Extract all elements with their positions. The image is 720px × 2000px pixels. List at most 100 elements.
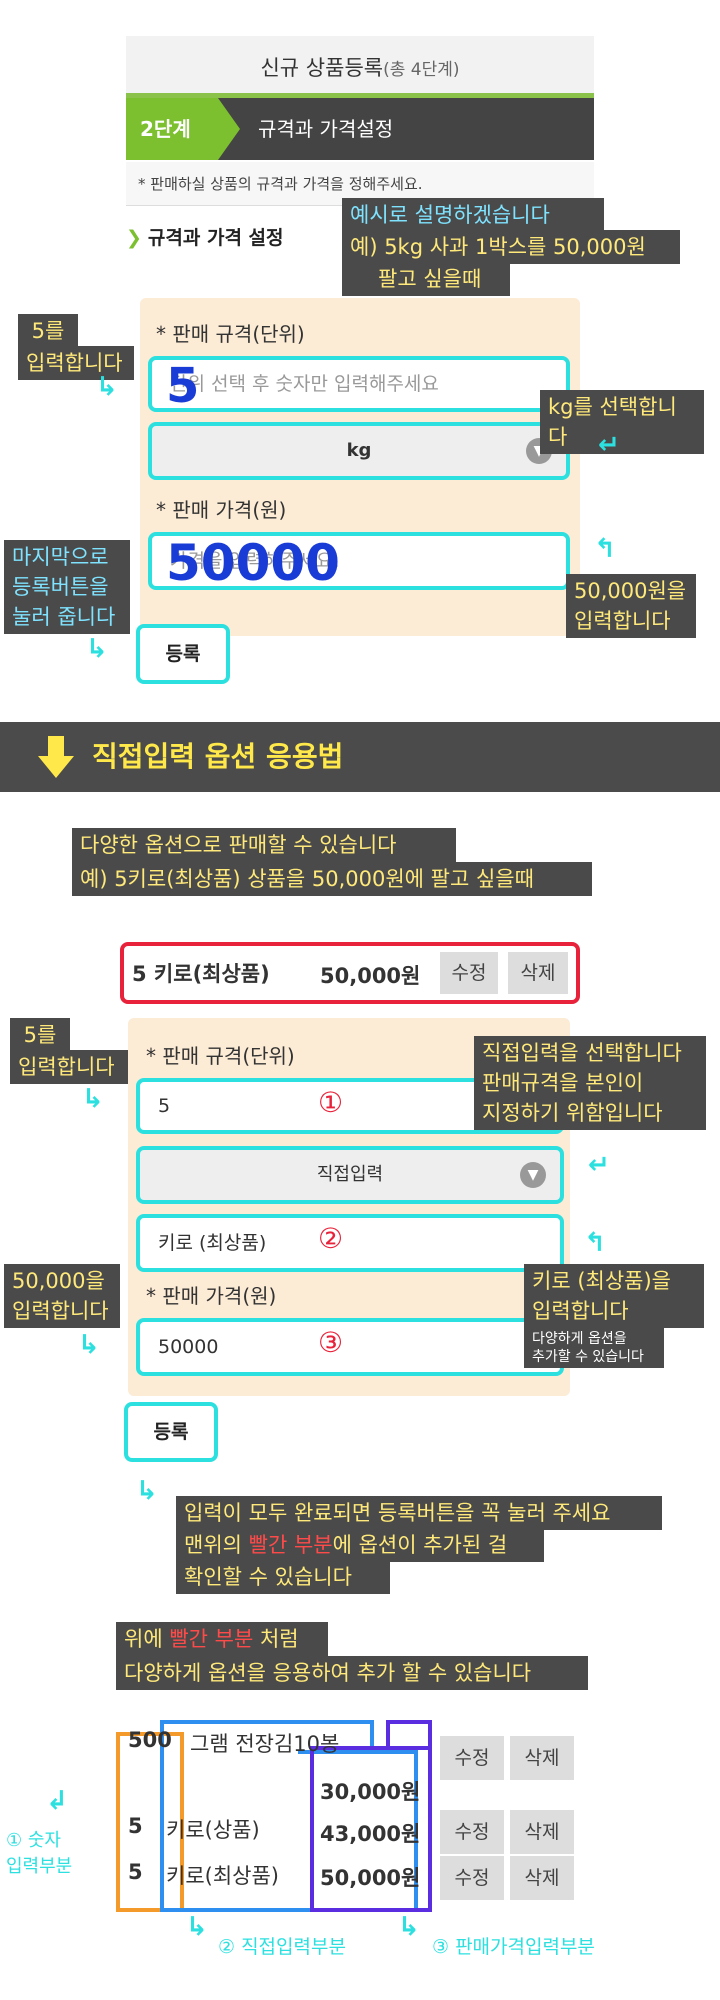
note-text: 예시로 설명하겠습니다 [350,203,550,227]
row3-edit-button[interactable]: 수정 [440,1856,504,1900]
note-text: 5를 [23,1023,57,1047]
row2-price: 43,000원 [320,1822,421,1846]
note-enter5: 5를 [18,314,78,348]
note-text: 등록버튼을 [12,575,109,599]
register-button[interactable]: 등록 [136,624,230,684]
note-direct-input: 직접입력을 선택합니다 판매규격을 본인이 지정하기 위함입니다 [474,1036,706,1130]
spec-value: 5 [158,1095,171,1117]
note-done-line3: 확인할 수 있습니다 [176,1560,390,1594]
note-text: 처럼 [253,1627,299,1651]
note-example-line3: 팔고 싶을때 [342,262,510,296]
custom-unit-value: 키로 (최상품) [158,1232,267,1254]
note-text: 키로 (최상품)을 [532,1269,671,1293]
note-text: 다양한 옵션으로 판매할 수 있습니다 [80,833,397,857]
note-variety: 위에 빨간 부분 처럼 [116,1622,328,1656]
arrow-right-icon: ↳ [78,1330,100,1360]
row1-edit-button[interactable]: 수정 [440,1736,504,1780]
row3-delete-button[interactable]: 삭제 [510,1856,574,1900]
price-value: 50000 [158,1336,219,1358]
note-text: 입력합니다 [18,1055,115,1079]
custom-unit-input[interactable]: 키로 (최상품) [136,1214,564,1272]
note-text: 입력합니다 [532,1299,629,1323]
card-title-sub: (총 4단계) [383,60,460,80]
arrow-down-icon [38,736,74,778]
chevron-down-icon: ▼ [520,1162,546,1188]
row3-unit: 키로(최상품) [166,1864,279,1888]
arrow-left-icon: ↵ [598,430,620,460]
card-title: 신규 상품등록(총 4단계) [126,36,594,98]
price-input[interactable]: 50000 [136,1318,564,1376]
arrow-right-icon: ↳ [186,1912,208,1942]
legend-number: ① 숫자 입력부분 [6,1828,72,1880]
note-text: 맨위의 [184,1533,249,1557]
arrow-up-icon: ↰ [594,534,616,564]
note-options: 다양한 옵션으로 판매할 수 있습니다 [72,828,456,862]
note-text: 5를 [31,319,65,343]
note-done: 입력이 모두 완료되면 등록버튼을 꼭 눌러 주세요 [176,1496,662,1530]
step-arrow-icon [218,98,240,160]
unit-select-value: kg [346,440,372,461]
marker-3: ③ [318,1326,344,1359]
legend-text: ① 숫자 [6,1830,61,1851]
note-last: 마지막으로 등록버튼을 눌러 줍니다 [4,540,130,634]
row1-number: 500 [128,1728,172,1752]
note-text: 추가할 수 있습니다 [532,1349,644,1365]
arrow-left-icon: ↵ [588,1150,610,1180]
arrow-right-icon: ↳ [86,634,108,664]
note-text: 마지막으로 [12,545,109,569]
note-text: 판매규격을 본인이 [482,1071,644,1095]
row2-edit-button[interactable]: 수정 [440,1810,504,1854]
step-title: 규격과 가격설정 [258,117,394,141]
step-indicator: 2단계 규격과 가격설정 [126,98,594,160]
added-option-row: 5 키로(최상품) 50,000원 수정 삭제 [120,942,580,1004]
note-custom-small: 다양하게 옵션을 추가할 수 있습니다 [524,1328,664,1368]
legend-direct: ② 직접입력부분 [218,1936,346,1958]
step-number: 2단계 [126,98,218,160]
section-title-text: 규격과 가격 설정 [147,227,284,249]
note-kg: kg를 선택합니다 [540,390,704,454]
section-banner: 직접입력 옵션 응용법 [0,722,720,792]
price-label: * 판매 가격(원) [146,1284,277,1308]
arrow-right-icon: ↳ [398,1912,420,1942]
note-text: 에 옵션이 추가된 걸 [332,1533,508,1557]
note-done-line2: 맨위의 빨간 부분에 옵션이 추가된 걸 [176,1528,544,1562]
note-text: 지정하기 위함입니다 [482,1101,663,1125]
note-text-red: 빨간 부분 [248,1533,333,1557]
unit-select[interactable]: kg ▼ [148,422,570,480]
unit-select[interactable]: 직접입력 ▼ [136,1146,564,1204]
note-text: 예) 5kg 사과 1박스를 50,000원 [350,235,646,259]
card-title-text: 신규 상품등록 [260,56,384,80]
marker-1: ① [318,1086,344,1119]
note-text: 50,000을 [12,1269,105,1293]
option-spec: 5 키로(최상품) [132,962,270,986]
note-variety-line2: 다양하게 옵션을 응용하여 추가 할 수 있습니다 [116,1656,588,1690]
row2-delete-button[interactable]: 삭제 [510,1810,574,1854]
note-50000: 50,000원을 입력합니다 [566,574,696,638]
spec-input[interactable]: 단위 선택 후 숫자만 입력해주세요 [148,356,570,412]
edit-button[interactable]: 수정 [440,952,498,994]
spec-placeholder: 단위 선택 후 숫자만 입력해주세요 [170,373,439,395]
register-button[interactable]: 등록 [124,1402,218,1462]
note-text: 입력합니다 [12,1299,109,1323]
note-text: 눌러 줍니다 [12,605,116,629]
row1-price: 30,000원 [320,1780,421,1804]
row3-number: 5 [128,1860,143,1884]
delete-button[interactable]: 삭제 [508,952,568,994]
note-text: 50,000원을 [574,579,687,603]
arrow-right-icon: ↳ [82,1084,104,1114]
note-text: 확인할 수 있습니다 [184,1565,352,1589]
spec-label: * 판매 규격(단위) [146,1044,295,1068]
note-custom: 키로 (최상품)을 입력합니다 [524,1264,704,1328]
note-text: 직접입력을 선택합니다 [482,1041,682,1065]
option-price: 50,000원 [320,964,421,988]
price-label: * 판매 가격(원) [156,498,287,522]
note-text: 입력이 모두 완료되면 등록버튼을 꼭 눌러 주세요 [184,1501,611,1525]
row3-price: 50,000원 [320,1866,421,1890]
row2-number: 5 [128,1814,143,1838]
note-enter5-line2: 입력합니다 [10,1050,128,1084]
note-enter5: 5를 [10,1018,70,1052]
arrow-up-icon: ↰ [584,1228,606,1258]
row1-delete-button[interactable]: 삭제 [510,1736,574,1780]
chevron-right-icon: ❯ [126,227,142,249]
marker-2: ② [318,1222,344,1255]
